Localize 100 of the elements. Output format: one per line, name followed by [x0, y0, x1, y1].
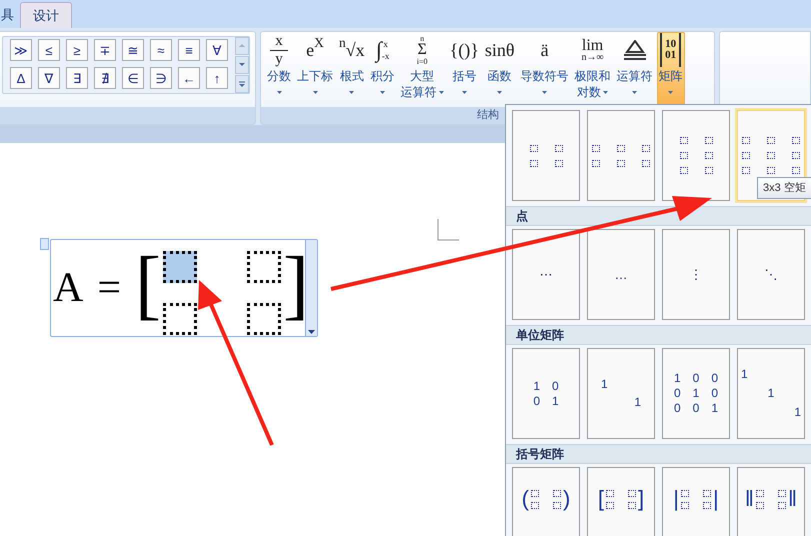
- caret-icon: [542, 90, 548, 94]
- symbol-button[interactable]: Δ: [10, 67, 32, 89]
- placeholder-grid-icon: [531, 490, 561, 508]
- structure-button[interactable]: 10 01 矩阵: [656, 32, 685, 105]
- symbol-button[interactable]: ≈: [150, 39, 172, 61]
- tooltip: 3x3 空矩: [757, 177, 811, 199]
- bracket-glyph: ]: [638, 488, 644, 510]
- placeholder-box[interactable]: [163, 303, 198, 335]
- symbol-button[interactable]: ≤: [38, 39, 60, 61]
- button-label: 运算符: [616, 69, 653, 83]
- matrix-template[interactable]: ⋯: [512, 229, 580, 320]
- structure-button[interactable]: sinθ 函数: [482, 32, 517, 105]
- placeholder-box[interactable]: [247, 303, 282, 335]
- matrix-template[interactable]: [ ]: [587, 467, 655, 536]
- equals-sign: =: [97, 267, 122, 309]
- matrix-entry: 0: [711, 386, 718, 401]
- caret-icon: [276, 90, 282, 94]
- group-label: 结构: [477, 108, 499, 124]
- symbol-button[interactable]: ∀: [206, 39, 228, 61]
- caret-icon: [668, 90, 674, 94]
- ribbon-tab[interactable]: 设计: [20, 2, 72, 28]
- button-label: 极限和: [574, 69, 611, 83]
- left-bracket: [: [135, 245, 162, 323]
- structure-button[interactable]: {()} 括号: [448, 32, 481, 105]
- matrix-template[interactable]: 1 0 0 0 1 0 0 0 1: [662, 348, 730, 439]
- matrix-template[interactable]: …: [587, 229, 655, 320]
- matrix-entry: 1: [634, 395, 641, 410]
- button-label: 对数: [577, 85, 602, 99]
- matrix-template[interactable]: ‖ ‖: [737, 467, 805, 536]
- symbol-button[interactable]: ∈: [122, 67, 144, 89]
- symbol-button[interactable]: ∃: [66, 67, 88, 89]
- button-label: 运算符: [400, 85, 437, 99]
- scroll-down-button[interactable]: [235, 56, 249, 74]
- equation-box[interactable]: A = [ ]: [50, 239, 318, 337]
- equation-variable: A: [53, 267, 84, 309]
- matrix-template[interactable]: ⋱: [737, 229, 805, 320]
- caret-icon: [497, 90, 502, 94]
- symbol-button[interactable]: ↑: [206, 67, 228, 89]
- caret-icon: [438, 90, 444, 94]
- matrix-template[interactable]: 1 0 0 1: [512, 348, 580, 439]
- matrix-template[interactable]: ⋮: [662, 229, 730, 320]
- caret-icon: [308, 330, 315, 334]
- drag-handle[interactable]: [40, 238, 49, 250]
- button-label: 积分: [370, 69, 395, 83]
- matrix-entry: 1: [794, 405, 801, 420]
- matrix-entry: 0: [692, 371, 700, 386]
- caret-icon: [632, 90, 638, 94]
- symbol-button[interactable]: ≅: [122, 39, 144, 61]
- symbol-button[interactable]: ∋: [150, 67, 172, 89]
- symbol-button[interactable]: ∄: [94, 67, 116, 89]
- structure-button[interactable]: x y 分数: [265, 32, 293, 105]
- placeholder-grid-icon: [606, 490, 636, 508]
- placeholder-box[interactable]: [247, 251, 282, 283]
- structure-button[interactable]: 运算符: [614, 32, 655, 105]
- structure-button[interactable]: ä 导数符号: [518, 32, 571, 105]
- matrix-entry: 0: [674, 401, 681, 416]
- structure-button[interactable]: $^{n}$√x 根式: [337, 32, 367, 105]
- matrix-entry: 1: [674, 371, 681, 386]
- matrix-template[interactable]: 1 1 1: [737, 348, 805, 439]
- matrix-template[interactable]: ( ): [512, 467, 580, 536]
- caret-icon: [312, 90, 318, 94]
- matrix-template[interactable]: 1 1: [587, 348, 655, 439]
- button-label: 上下标: [297, 69, 333, 83]
- structure-button[interactable]: e$^{X}$ 上下标: [295, 32, 335, 105]
- placeholder-box[interactable]: [163, 251, 198, 283]
- section-header: 括号矩阵: [516, 446, 564, 463]
- matrix-template[interactable]: | |: [662, 467, 730, 536]
- matrix-entry: 0: [674, 386, 681, 401]
- symbol-button[interactable]: ∇: [38, 67, 60, 89]
- symbol-button[interactable]: ∓: [94, 39, 116, 61]
- bracket-glyph: ‖: [744, 488, 754, 510]
- symbol-button[interactable]: ≥: [66, 39, 88, 61]
- more-button[interactable]: [235, 75, 249, 93]
- bracket-glyph: ): [563, 488, 570, 510]
- ribbon-tab[interactable]: 具: [0, 2, 16, 28]
- placeholder-grid-icon: [530, 144, 562, 166]
- structure-icon: sinθ: [484, 33, 515, 67]
- symbol-button[interactable]: ≫: [10, 39, 32, 61]
- placeholder-grid-icon: [756, 490, 786, 508]
- structure-button[interactable]: lim n→∞ 极限和 对数: [572, 32, 613, 105]
- placeholder-grid-icon: [742, 137, 800, 174]
- symbol-button[interactable]: ≡: [178, 39, 200, 61]
- symbol-button[interactable]: ←: [178, 67, 200, 89]
- structure-button[interactable]: n Σ i=0 大型 运算符: [398, 32, 446, 105]
- caret-icon: [603, 90, 608, 94]
- placeholder-grid-icon: [681, 490, 711, 508]
- structure-icon: $^{n}$√x: [339, 33, 365, 67]
- scroll-up-arrow-icon: [238, 42, 246, 50]
- matrix-entry: 1: [711, 401, 718, 416]
- button-label: 分数: [267, 69, 291, 83]
- placeholder-grid-icon: [592, 144, 650, 166]
- button-label: 括号: [452, 69, 476, 83]
- matrix-entry: 0: [711, 371, 718, 386]
- structure-icon: {()}: [450, 33, 479, 67]
- matrix-entry: 0: [552, 378, 559, 394]
- matrix-entry: 0: [692, 401, 700, 416]
- matrix-entry: 1: [601, 377, 608, 392]
- matrix-entry: 1: [533, 378, 540, 394]
- section-header: 点: [516, 208, 528, 225]
- more-arrow-icon: [238, 80, 246, 88]
